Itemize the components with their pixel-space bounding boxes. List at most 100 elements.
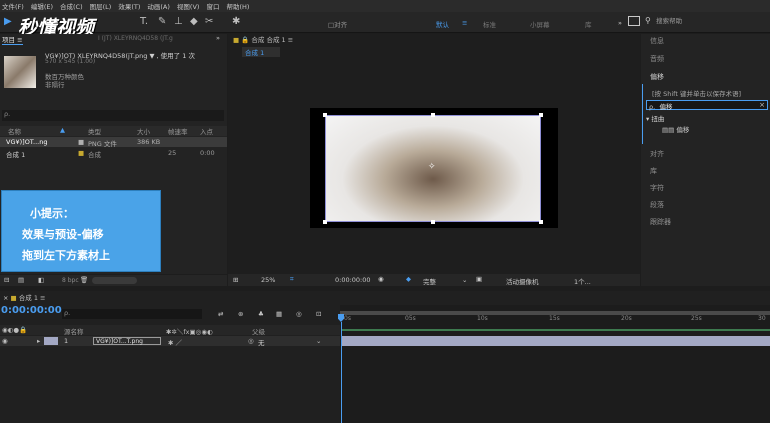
clear-search-icon[interactable]: × [759, 101, 765, 109]
asset-dimensions: 570 x 545 (1.00) [45, 58, 96, 65]
visibility-icon[interactable]: ◉ [2, 337, 8, 345]
menu-effect[interactable]: 效果(T) [118, 1, 140, 11]
tab-timeline[interactable]: × ■ 合成 1 ≡ [3, 292, 45, 303]
pen-tool-icon[interactable]: ✎ [158, 16, 166, 27]
transform-handle[interactable] [539, 113, 543, 117]
draft-3d-icon[interactable]: ⊛ [238, 310, 243, 318]
graph-editor-icon[interactable]: ⊡ [316, 310, 321, 318]
views-select[interactable]: 1个... [574, 276, 591, 286]
panel-character[interactable]: 字符 [650, 183, 664, 193]
frame-blend-icon[interactable]: ▦ [276, 310, 282, 318]
tab-composition[interactable]: ■ 🔒 合成 合成 1 ≡ [233, 34, 293, 45]
anchor-point-icon[interactable]: ✧ [428, 162, 436, 172]
pick-whip-icon[interactable]: ◎ [248, 337, 254, 345]
tab-project[interactable]: 项目 ≡ [2, 34, 23, 45]
col-framerate[interactable]: 帧速率 [168, 126, 188, 136]
panel-audio[interactable]: 音频 [650, 54, 664, 64]
timeline-search-input[interactable]: ρ. [62, 309, 202, 319]
panel-paragraph[interactable]: 段落 [650, 200, 664, 210]
menu-animation[interactable]: 动画(A) [147, 1, 170, 11]
search-icon: ρ. [649, 103, 656, 111]
menu-composition[interactable]: 合成(C) [60, 1, 83, 11]
selection-tool-icon[interactable]: ▶ [4, 16, 12, 27]
menu-view[interactable]: 视图(V) [177, 1, 200, 11]
transform-handle[interactable] [539, 220, 543, 224]
screen-icon[interactable] [628, 16, 640, 26]
col-type[interactable]: 类型 [88, 126, 101, 136]
current-time[interactable]: 0:00:00:00 [335, 276, 371, 284]
transform-handle[interactable] [323, 113, 327, 117]
chevron-down-icon[interactable]: ⌄ [462, 276, 467, 284]
workspace-library[interactable]: 库 [585, 19, 592, 29]
category-distort[interactable]: ▾ 扭曲 [646, 113, 664, 123]
shy-icon[interactable]: ♣ [258, 310, 264, 318]
menu-window[interactable]: 窗口 [206, 1, 219, 11]
menu-help[interactable]: 帮助(H) [226, 1, 249, 11]
parent-select[interactable]: 无 [258, 337, 265, 347]
transform-handle[interactable] [323, 220, 327, 224]
panel-align[interactable]: 对齐 [650, 149, 664, 159]
col-source-name[interactable]: 源名称 [64, 326, 84, 336]
roto-tool-icon[interactable]: ✂ [205, 16, 213, 27]
timeline-timecode[interactable]: 0:00:00:00 [1, 305, 62, 316]
search-help-field[interactable]: ⚲ 搜索帮助 [645, 15, 765, 27]
resolution-select[interactable]: 完整 [423, 276, 436, 286]
project-column-header [0, 126, 227, 136]
sub-tab-comp-1[interactable]: 合成 1 [242, 47, 280, 57]
camera-select[interactable]: 活动摄像机 [506, 276, 539, 286]
list-item[interactable] [0, 148, 227, 158]
panel-focus-border [642, 84, 643, 144]
thumbnail-zoom-slider[interactable] [92, 277, 137, 284]
col-parent[interactable]: 父级 [252, 326, 265, 336]
trash-icon[interactable]: 🗑 [80, 276, 88, 284]
project-search-input[interactable]: ρ. [2, 110, 224, 121]
new-folder-icon[interactable]: ▤ [18, 276, 24, 284]
ruler-tick: 15s [549, 315, 560, 322]
chevron-down-icon[interactable]: ⌄ [316, 337, 321, 345]
new-comp-icon[interactable]: ◧ [38, 276, 44, 284]
expand-icon[interactable]: ▸ [37, 337, 40, 345]
bit-depth-toggle[interactable]: 8 bpc [62, 277, 79, 284]
transform-handle[interactable] [431, 220, 435, 224]
menu-file[interactable]: 文件(F) [2, 1, 24, 11]
transform-handle[interactable] [431, 113, 435, 117]
workspace-small-screen[interactable]: 小屏幕 [530, 19, 550, 29]
stamp-tool-icon[interactable]: ⊥ [174, 16, 183, 27]
col-size[interactable]: 大小 [137, 126, 150, 136]
eraser-tool-icon[interactable]: ◆ [190, 16, 198, 27]
panel-tracker[interactable]: 跟踪器 [650, 217, 671, 227]
panel-info[interactable]: 信息 [650, 36, 664, 46]
panel-library[interactable]: 库 [650, 166, 657, 176]
sort-icon[interactable]: ▲ [60, 126, 65, 134]
effects-presets-title[interactable]: 偏移 [650, 72, 664, 82]
layer-label-swatch [44, 337, 58, 345]
roi-icon[interactable]: ▣ [476, 275, 482, 283]
grid-icon[interactable]: ⌗ [290, 275, 294, 284]
menu-layer[interactable]: 图层(L) [90, 1, 112, 11]
motion-blur-icon[interactable]: ◎ [296, 310, 302, 318]
workspace-default[interactable]: 默认 [436, 19, 449, 29]
interpret-footage-icon[interactable]: ⊟ [4, 276, 9, 284]
panel-overflow-icon[interactable]: » [216, 34, 220, 45]
layer-name[interactable]: VG¥)]OT...T.png [93, 337, 161, 345]
more-workspaces-icon[interactable]: » [618, 19, 622, 27]
effect-offset[interactable]: ▤▤ 偏移 [662, 124, 689, 134]
text-tool-icon[interactable]: T. [140, 16, 148, 27]
color-channel-icon[interactable]: ◆ [406, 275, 411, 283]
col-name[interactable]: 名称 [8, 126, 21, 136]
align-checkbox[interactable]: □对齐 [328, 19, 347, 29]
effects-search-input[interactable]: ρ. 偏移 × [646, 100, 768, 111]
comp-flowchart-icon[interactable]: ⇄ [218, 310, 223, 318]
snapshot-icon[interactable]: ◉ [378, 275, 384, 283]
region-icon[interactable]: ⊞ [233, 276, 238, 284]
collapse-switch-icon[interactable]: ✱ ／ [168, 337, 182, 347]
item-size: 386 KB [137, 138, 161, 146]
pin-tool-icon[interactable]: ✱ [232, 16, 240, 27]
layer-duration-bar[interactable] [342, 336, 770, 346]
zoom-select[interactable]: 25% [261, 276, 275, 284]
workspace-menu-icon[interactable]: ≡ [462, 19, 467, 27]
col-in-point[interactable]: 入点 [200, 126, 213, 136]
close-icon[interactable]: × [3, 294, 8, 302]
workspace-standard[interactable]: 标准 [483, 19, 496, 29]
menu-edit[interactable]: 编辑(E) [31, 1, 53, 11]
